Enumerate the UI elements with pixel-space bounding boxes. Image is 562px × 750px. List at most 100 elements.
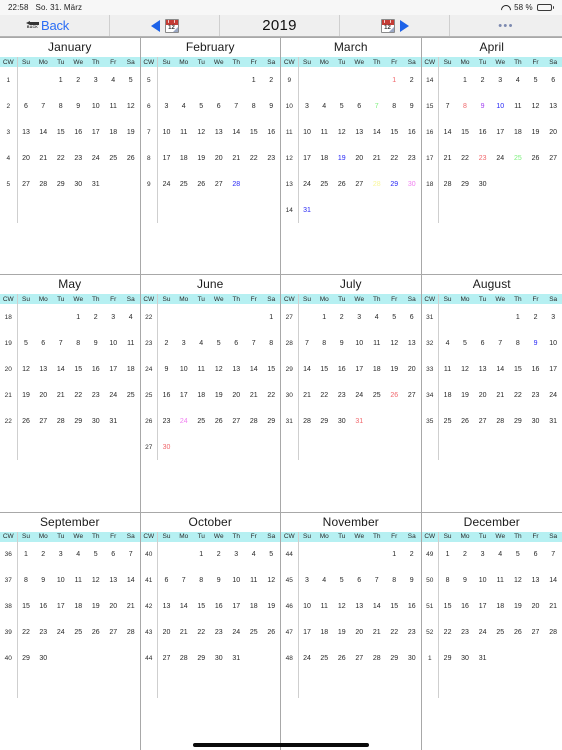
day-cell-highlighted[interactable]: 9 (527, 330, 545, 356)
day-cell[interactable]: 22 (193, 620, 211, 646)
day-cell[interactable]: 4 (368, 304, 386, 330)
day-cell[interactable]: 28 (491, 408, 509, 434)
day-cell[interactable]: 12 (122, 93, 140, 119)
day-cell[interactable]: 7 (491, 330, 509, 356)
day-cell[interactable]: 7 (544, 542, 562, 568)
day-cell[interactable]: 3 (228, 542, 246, 568)
day-cell[interactable]: 24 (87, 145, 105, 171)
day-cell[interactable]: 21 (544, 594, 562, 620)
day-cell[interactable]: 24 (52, 620, 70, 646)
day-cell[interactable]: 4 (105, 67, 123, 93)
day-cell[interactable]: 3 (298, 568, 316, 594)
day-cell[interactable]: 25 (245, 620, 263, 646)
day-cell-highlighted[interactable]: 30 (403, 171, 421, 197)
day-cell[interactable]: 5 (210, 330, 228, 356)
day-cell[interactable]: 7 (228, 93, 246, 119)
day-cell[interactable]: 19 (509, 594, 527, 620)
day-cell[interactable]: 19 (210, 382, 228, 408)
day-cell[interactable]: 18 (316, 145, 334, 171)
day-cell[interactable]: 4 (70, 542, 88, 568)
day-cell[interactable]: 18 (193, 382, 211, 408)
day-cell[interactable]: 22 (263, 382, 281, 408)
day-cell-highlighted[interactable]: 25 (509, 145, 527, 171)
day-cell[interactable]: 18 (70, 594, 88, 620)
day-cell[interactable]: 16 (87, 356, 105, 382)
day-cell-highlighted[interactable]: 26 (386, 382, 404, 408)
day-cell[interactable]: 7 (52, 330, 70, 356)
day-cell[interactable]: 29 (509, 408, 527, 434)
day-cell[interactable]: 11 (122, 330, 140, 356)
day-cell[interactable]: 29 (52, 171, 70, 197)
day-cell[interactable]: 25 (105, 145, 123, 171)
day-cell[interactable]: 2 (158, 330, 176, 356)
day-cell[interactable]: 17 (298, 145, 316, 171)
day-cell[interactable]: 2 (263, 67, 281, 93)
day-cell[interactable]: 23 (527, 382, 545, 408)
day-cell[interactable]: 13 (158, 594, 176, 620)
day-cell[interactable]: 8 (386, 93, 404, 119)
day-cell[interactable]: 11 (509, 93, 527, 119)
day-cell[interactable]: 16 (35, 594, 53, 620)
day-cell[interactable]: 22 (316, 382, 334, 408)
day-cell[interactable]: 2 (210, 542, 228, 568)
day-cell[interactable]: 13 (544, 93, 562, 119)
day-cell[interactable]: 23 (87, 382, 105, 408)
day-cell[interactable]: 13 (228, 356, 246, 382)
day-cell[interactable]: 9 (210, 568, 228, 594)
day-cell[interactable]: 24 (474, 620, 492, 646)
day-cell[interactable]: 11 (316, 594, 334, 620)
day-cell[interactable]: 2 (333, 304, 351, 330)
month-block[interactable]: May CW Su Mo Tu We Th Fr Sa 18 1 2 3 4 19 5 6 7 8 9 10 11 20 12… (0, 275, 141, 513)
day-cell[interactable]: 1 (52, 67, 70, 93)
day-cell-highlighted[interactable]: 8 (456, 93, 474, 119)
day-cell[interactable]: 19 (17, 382, 35, 408)
day-cell[interactable]: 21 (228, 145, 246, 171)
day-cell[interactable]: 11 (105, 93, 123, 119)
day-cell[interactable]: 19 (527, 119, 545, 145)
day-cell[interactable]: 23 (456, 620, 474, 646)
day-cell[interactable]: 17 (298, 620, 316, 646)
next-year-button[interactable]: 12 (340, 15, 450, 36)
day-cell[interactable]: 5 (193, 93, 211, 119)
day-cell[interactable]: 22 (456, 145, 474, 171)
day-cell[interactable]: 7 (175, 568, 193, 594)
day-cell-highlighted[interactable]: 7 (368, 93, 386, 119)
day-cell[interactable]: 8 (52, 93, 70, 119)
day-cell[interactable]: 11 (70, 568, 88, 594)
day-cell[interactable]: 29 (439, 646, 457, 672)
day-cell[interactable]: 13 (105, 568, 123, 594)
day-cell[interactable]: 13 (527, 568, 545, 594)
day-cell[interactable]: 27 (228, 408, 246, 434)
day-cell[interactable]: 12 (509, 568, 527, 594)
day-cell[interactable]: 4 (175, 93, 193, 119)
day-cell[interactable]: 20 (158, 620, 176, 646)
day-cell[interactable]: 3 (105, 304, 123, 330)
day-cell[interactable]: 15 (263, 356, 281, 382)
day-cell[interactable]: 26 (122, 145, 140, 171)
day-cell[interactable]: 27 (351, 646, 369, 672)
day-cell[interactable]: 28 (544, 620, 562, 646)
day-cell[interactable]: 9 (158, 356, 176, 382)
month-block[interactable]: January CW Su Mo Tu We Th Fr Sa 1 1 2 3 4 5 2 6 7 8 9 10 11 12… (0, 38, 141, 276)
day-cell[interactable]: 4 (122, 304, 140, 330)
day-cell[interactable]: 1 (70, 304, 88, 330)
day-cell[interactable]: 2 (403, 67, 421, 93)
day-cell[interactable]: 11 (439, 356, 457, 382)
day-cell[interactable]: 8 (17, 568, 35, 594)
day-cell[interactable]: 25 (316, 171, 334, 197)
day-cell[interactable]: 7 (439, 93, 457, 119)
day-cell[interactable]: 12 (193, 119, 211, 145)
day-cell[interactable]: 10 (474, 568, 492, 594)
day-cell[interactable]: 27 (351, 171, 369, 197)
day-cell[interactable]: 28 (52, 408, 70, 434)
day-cell[interactable]: 12 (456, 356, 474, 382)
day-cell[interactable]: 4 (509, 67, 527, 93)
day-cell[interactable]: 17 (228, 594, 246, 620)
day-cell[interactable]: 23 (403, 620, 421, 646)
day-cell[interactable]: 13 (403, 330, 421, 356)
day-cell[interactable]: 21 (491, 382, 509, 408)
day-cell[interactable]: 29 (193, 646, 211, 672)
day-cell[interactable]: 11 (193, 356, 211, 382)
day-cell[interactable]: 4 (316, 93, 334, 119)
day-cell-highlighted[interactable]: 29 (386, 171, 404, 197)
